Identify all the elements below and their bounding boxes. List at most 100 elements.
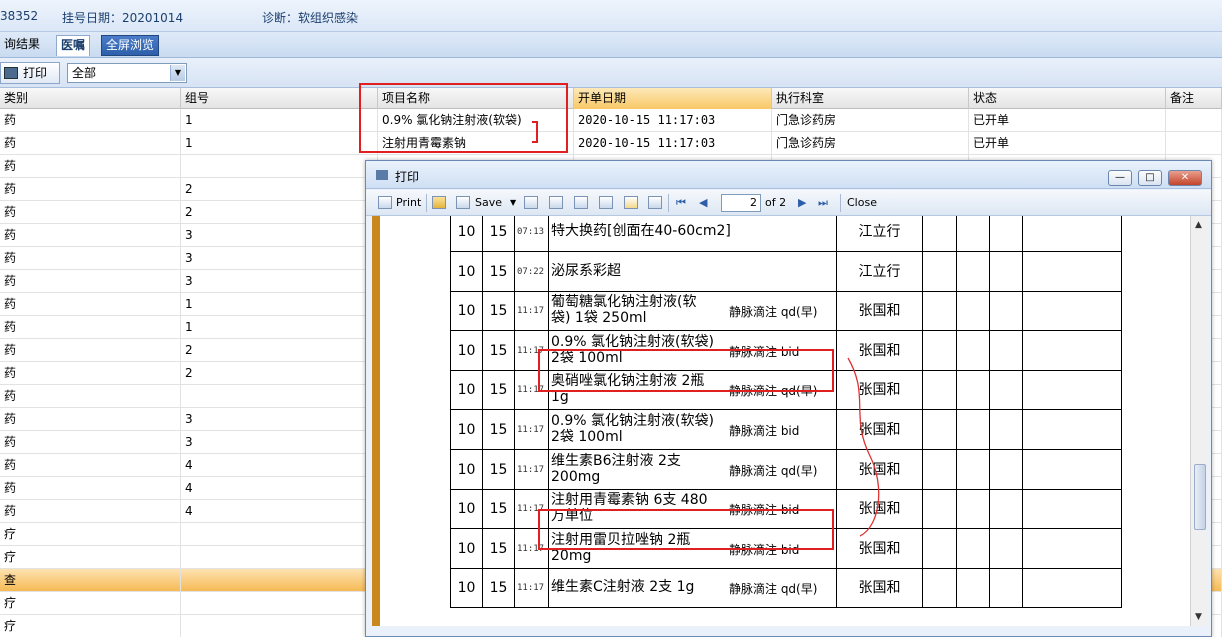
cell-type: 药 (0, 362, 181, 385)
report-cell-empty (1022, 568, 1122, 609)
report-cell-empty (956, 330, 989, 371)
report-cell-c1: 10 (450, 330, 482, 371)
annotation-curve (847, 357, 880, 537)
report-cell-c1: 10 (450, 528, 482, 569)
report-cell-c2: 15 (482, 370, 514, 411)
print-button[interactable]: 打印 (0, 62, 60, 84)
col-header-type[interactable]: 类别 (0, 88, 181, 109)
highlight-bracket (532, 121, 538, 143)
report-cell-empty (989, 216, 1022, 252)
report-cell-c1: 10 (450, 489, 482, 530)
prev-page-icon[interactable]: ◀ (699, 196, 707, 209)
item-line1: 特大换药[创面在40-60cm2] (551, 223, 731, 239)
grid-header: 类别 组号 项目名称 开单日期 执行科室 状态 备注 (0, 88, 1222, 109)
cell-type: 药 (0, 316, 181, 339)
report-cell-c1: 10 (450, 568, 482, 609)
report-cell-empty (989, 370, 1022, 411)
save-label[interactable]: Save (475, 195, 502, 211)
report-cell-empty (922, 291, 956, 332)
report-item-cell: 特大换药[创面在40-60cm2] (548, 216, 836, 252)
report-cell-empty (989, 449, 1022, 490)
minimize-button[interactable]: — (1108, 170, 1132, 186)
report-cell-c2: 15 (482, 251, 514, 292)
cell-group: 2 (181, 178, 378, 201)
find-icon[interactable] (549, 196, 563, 209)
col-header-dept[interactable]: 执行科室 (772, 88, 969, 109)
report-cell-c1: 10 (450, 449, 482, 490)
cell-type: 药 (0, 178, 181, 201)
layout-icon[interactable] (574, 196, 588, 209)
separator (840, 194, 841, 212)
cell-dept: 门急诊药房 (772, 132, 969, 155)
open-folder-icon[interactable] (432, 196, 446, 209)
filter-select[interactable]: 全部 ▼ (67, 63, 187, 83)
report-cell-empty (922, 370, 956, 411)
table-row[interactable]: 药 1 0.9% 氯化钠注射液(软袋) 2020-10-15 11:17:03 门急诊药… (0, 109, 1222, 132)
report-cell-empty (922, 251, 956, 292)
mail-icon[interactable] (524, 196, 538, 209)
report-cell-empty (989, 330, 1022, 371)
cell-type: 药 (0, 109, 181, 132)
page-number-input[interactable]: 2 (721, 194, 761, 212)
item-text: 特大换药[创面在40-60cm2] (551, 216, 836, 239)
scrollbar-thumb[interactable] (1194, 464, 1206, 530)
report-cell-c2: 15 (482, 528, 514, 569)
report-cell-empty (956, 251, 989, 292)
report-row: 10 15 11:17 葡萄糖氯化钠注射液(软 袋) 1袋 250ml 静脉滴注 qd(早… (450, 291, 1122, 332)
page-setup-icon[interactable] (648, 196, 662, 209)
cell-status: 已开单 (969, 132, 1166, 155)
report-cell-time: 11:17 (514, 568, 548, 609)
chevron-down-icon[interactable]: ▼ (170, 65, 185, 81)
export-icon[interactable] (599, 196, 613, 209)
report-cell-empty (922, 489, 956, 530)
col-header-remark[interactable]: 备注 (1166, 88, 1222, 109)
report-row: 10 15 07:13 特大换药[创面在40-60cm2] 江立行 (450, 216, 1122, 252)
cell-group (181, 546, 378, 569)
vertical-scrollbar[interactable]: ▲ ▼ (1190, 216, 1208, 626)
filter-select-value: 全部 (72, 66, 97, 80)
cell-group: 3 (181, 224, 378, 247)
report-cell-empty (956, 489, 989, 530)
col-header-date[interactable]: 开单日期 (574, 88, 772, 109)
first-page-icon[interactable]: ⏮ (676, 196, 686, 210)
scroll-up-icon[interactable]: ▲ (1195, 220, 1202, 230)
cell-group (181, 523, 378, 546)
preview-toolbar: Print Save ▼ ⏮ ◀ 2 of 2 ▶ ⏭ Close (366, 190, 1211, 216)
table-row[interactable]: 药 1 注射用青霉素钠 2020-10-15 11:17:03 门急诊药房 已开单 (0, 132, 1222, 155)
scroll-down-icon[interactable]: ▼ (1195, 612, 1202, 622)
maximize-button[interactable]: □ (1138, 170, 1162, 186)
report-cell-empty (1022, 449, 1122, 490)
save-icon[interactable] (456, 196, 470, 209)
tab-query-results[interactable]: 询结果 (0, 35, 44, 56)
last-page-icon[interactable]: ⏭ (818, 196, 828, 210)
chevron-down-icon[interactable]: ▼ (510, 195, 516, 211)
report-cell-empty (956, 216, 989, 252)
report-cell-empty (922, 568, 956, 609)
cell-group: 1 (181, 132, 378, 155)
col-header-status[interactable]: 状态 (969, 88, 1166, 109)
close-window-button[interactable]: ✕ (1168, 170, 1202, 186)
usage-text: 静脉滴注 qd(早) (729, 305, 818, 320)
usage-text: 静脉滴注 qd(早) (729, 582, 818, 597)
edit-icon[interactable] (624, 196, 638, 209)
report-cell-empty (1022, 370, 1122, 411)
close-preview-button[interactable]: Close (847, 195, 877, 211)
col-header-group[interactable]: 组号 (181, 88, 378, 109)
cell-type: 药 (0, 270, 181, 293)
cell-type: 药 (0, 500, 181, 523)
report-cell-time: 11:17 (514, 410, 548, 450)
cell-group: 2 (181, 201, 378, 224)
report-cell-empty (1022, 410, 1122, 450)
next-page-icon[interactable]: ▶ (798, 196, 806, 209)
cell-type: 药 (0, 408, 181, 431)
tab-orders[interactable]: 医嘱 (56, 35, 91, 56)
report-viewport[interactable]: 10 15 07:13 特大换药[创面在40-60cm2] 江立行 10 15 07:22 泌尿… (372, 216, 1190, 626)
report-cell-c1: 10 (450, 291, 482, 332)
report-cell-empty (956, 568, 989, 609)
report-item-cell: 葡萄糖氯化钠注射液(软 袋) 1袋 250ml 静脉滴注 qd(早) (548, 291, 836, 332)
cell-status: 已开单 (969, 109, 1166, 132)
print-preview-dialog: 打印 — □ ✕ Print Save ▼ ⏮ ◀ 2 of 2 ▶ ⏭ Clo… (365, 160, 1212, 637)
print-label[interactable]: Print (396, 195, 421, 211)
fullscreen-button[interactable]: 全屏浏览 (101, 35, 160, 56)
report-cell-empty (922, 449, 956, 490)
